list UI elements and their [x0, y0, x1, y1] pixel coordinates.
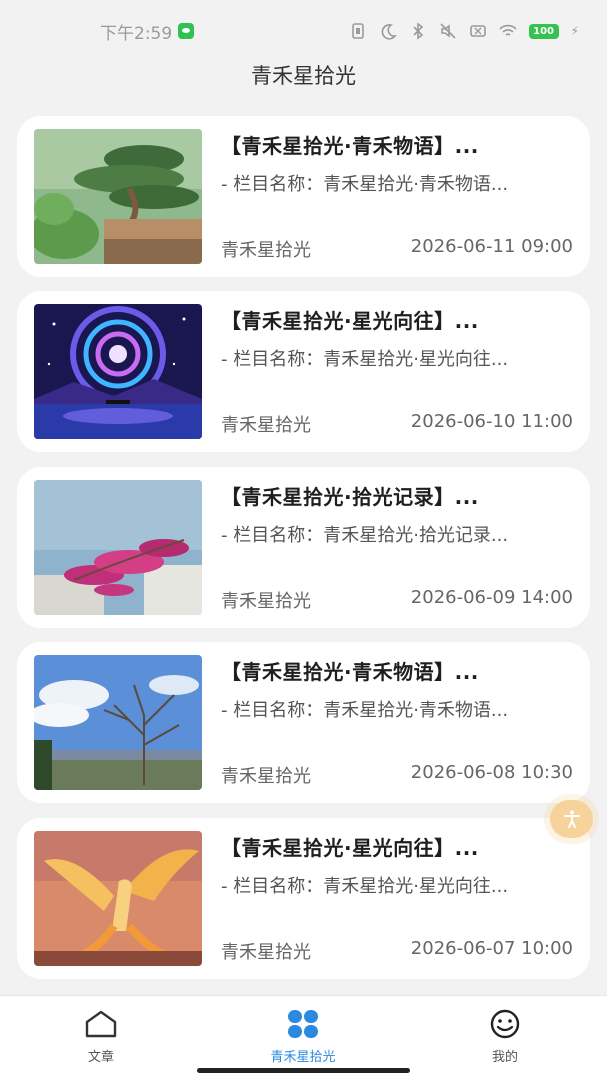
- article-card[interactable]: 【青禾星拾光·青禾物语】... - 栏目名称：青禾星拾光·青禾物语... 青禾星…: [17, 642, 590, 803]
- article-description: - 栏目名称：青禾星拾光·拾光记录...: [221, 525, 509, 546]
- article-meta: 青禾星拾光 2026-06-09 14:00: [221, 587, 573, 613]
- accessibility-float-button[interactable]: [550, 800, 593, 838]
- article-title: 【青禾星拾光·拾光记录】...: [221, 485, 479, 509]
- article-title: 【青禾星拾光·星光向往】...: [221, 836, 479, 860]
- home-indicator[interactable]: [197, 1068, 410, 1073]
- home-icon: [85, 1010, 117, 1038]
- page-title: 青禾星拾光: [251, 64, 356, 88]
- vibrate-icon: [351, 23, 364, 39]
- article-date: 2026-06-11 09:00: [410, 236, 573, 257]
- article-description: - 栏目名称：青禾星拾光·星光向往...: [221, 349, 509, 370]
- accessibility-icon: [563, 810, 580, 828]
- bougainvillea-sky-image: [34, 480, 202, 615]
- article-card[interactable]: 【青禾星拾光·青禾物语】... - 栏目名称：青禾星拾光·青禾物语... 青禾星…: [17, 116, 590, 277]
- article-author: 青禾星拾光: [221, 766, 311, 787]
- article-author: 青禾星拾光: [221, 240, 311, 261]
- tab-label: 青禾星拾光: [270, 1050, 336, 1065]
- mute-icon: [439, 23, 456, 39]
- article-card[interactable]: 【青禾星拾光·星光向往】... - 栏目名称：青禾星拾光·星光向往... 青禾星…: [17, 818, 590, 979]
- status-icons: 100 ⚡: [349, 22, 579, 40]
- no-sim-icon: [469, 25, 486, 37]
- article-meta: 青禾星拾光 2026-06-08 10:30: [221, 762, 573, 788]
- wifi-icon: [498, 24, 517, 36]
- article-description: - 栏目名称：青禾星拾光·星光向往...: [221, 876, 509, 897]
- article-title: 【青禾星拾光·青禾物语】...: [221, 134, 479, 158]
- article-title: 【青禾星拾光·星光向往】...: [221, 309, 479, 333]
- article-description: - 栏目名称：青禾星拾光·青禾物语...: [221, 174, 509, 195]
- four-petal-icon: [288, 1010, 318, 1038]
- article-card[interactable]: 【青禾星拾光·拾光记录】... - 栏目名称：青禾星拾光·拾光记录... 青禾星…: [17, 467, 590, 628]
- status-bar: 下午2:59 100 ⚡: [0, 0, 607, 62]
- tab-qinghe[interactable]: 青禾星拾光: [238, 1008, 368, 1065]
- article-author: 青禾星拾光: [221, 942, 311, 963]
- status-time: 下午2:59: [100, 23, 173, 44]
- bluetooth-icon: [412, 22, 423, 40]
- article-date: 2026-06-08 10:30: [410, 762, 573, 783]
- article-meta: 青禾星拾光 2026-06-11 09:00: [221, 236, 573, 262]
- tab-label: 我的: [491, 1050, 518, 1065]
- charging-icon: ⚡: [570, 24, 579, 38]
- status-left: 下午2:59: [100, 19, 195, 44]
- smiley-icon: [490, 1009, 520, 1039]
- article-meta: 青禾星拾光 2026-06-07 10:00: [221, 938, 573, 964]
- galaxy-swirl-image: [34, 304, 202, 439]
- article-author: 青禾星拾光: [221, 591, 311, 612]
- battery-icon: 100: [528, 23, 559, 39]
- golden-phoenix-image: [34, 831, 202, 966]
- tab-label: 文章: [87, 1050, 114, 1065]
- article-date: 2026-06-07 10:00: [410, 938, 573, 959]
- article-title: 【青禾星拾光·青禾物语】...: [221, 660, 479, 684]
- article-meta: 青禾星拾光 2026-06-10 11:00: [221, 411, 573, 437]
- article-card[interactable]: 【青禾星拾光·星光向往】... - 栏目名称：青禾星拾光·星光向往... 青禾星…: [17, 291, 590, 452]
- article-description: - 栏目名称：青禾星拾光·青禾物语...: [221, 700, 509, 721]
- bonsai-pine-image: [34, 129, 202, 264]
- moon-icon: [381, 24, 397, 40]
- bare-tree-landscape-image: [34, 655, 202, 790]
- tab-articles[interactable]: 文章: [36, 1008, 166, 1065]
- article-author: 青禾星拾光: [221, 415, 311, 436]
- article-date: 2026-06-10 11:00: [410, 411, 573, 432]
- article-date: 2026-06-09 14:00: [410, 587, 573, 608]
- wechat-notification-icon: [178, 23, 195, 39]
- tab-mine[interactable]: 我的: [440, 1008, 570, 1065]
